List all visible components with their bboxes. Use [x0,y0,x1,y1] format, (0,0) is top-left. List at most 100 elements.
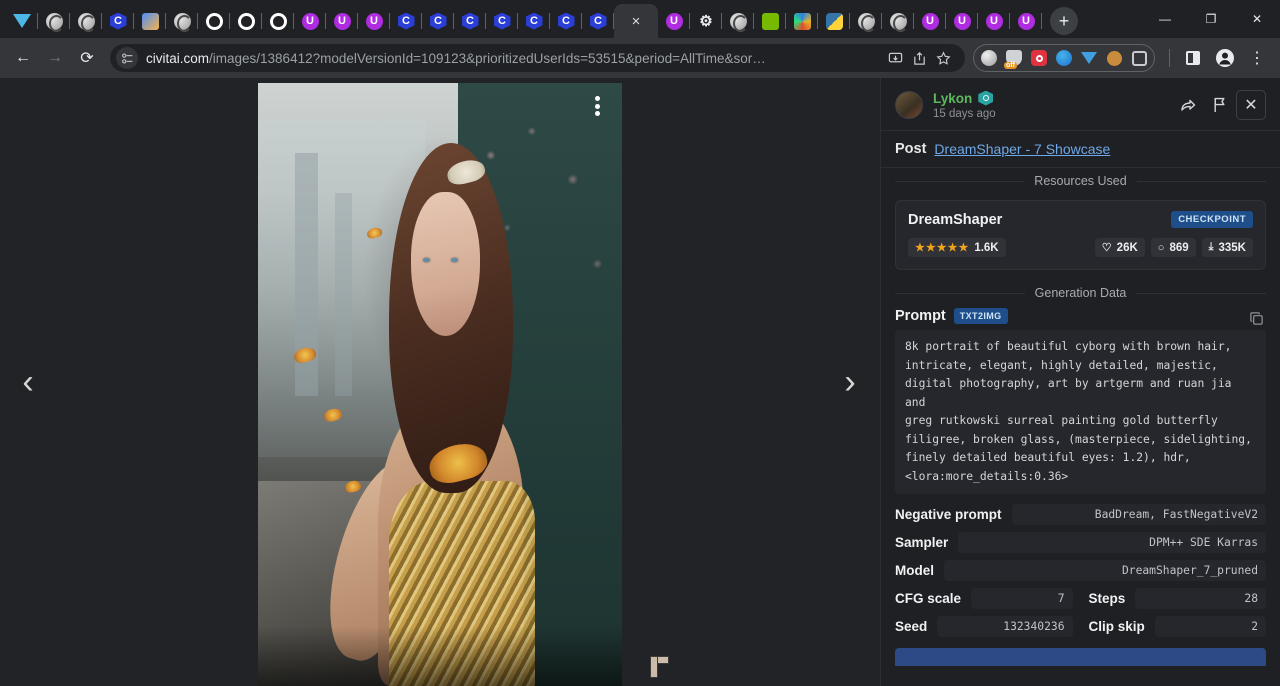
reload-button[interactable]: ⟳ [72,43,102,73]
prompt-label: Prompt [895,308,946,324]
off-badge-extension-icon[interactable]: off [1003,47,1025,69]
gear-favicon: ⚙ [698,13,715,30]
browser-tab[interactable]: C [582,4,614,38]
comment-icon: ○ [1158,242,1165,254]
browser-tab[interactable]: C [390,4,422,38]
u-favicon: U [986,13,1003,30]
browser-toolbar: ← → ⟳ civitai.com/images/1386412?modelVe… [0,38,1280,78]
resource-title[interactable]: DreamShaper [908,212,1002,228]
chrome-menu-icon[interactable]: ⋮ [1242,43,1272,73]
browser-tab[interactable] [850,4,882,38]
puzzle-extensions-icon[interactable] [1128,47,1150,69]
github-favicon [206,13,223,30]
bookmark-star-icon[interactable] [931,46,955,70]
nvidia-favicon [762,13,779,30]
share-icon[interactable] [1172,90,1204,120]
browser-tab[interactable] [818,4,850,38]
browser-tab[interactable]: U [978,4,1010,38]
tab-close-icon[interactable]: × [632,14,641,29]
comments-count: 869 [1169,242,1188,254]
github-favicon [270,13,287,30]
browser-tab[interactable]: U [946,4,978,38]
civitai-favicon: C [526,13,543,30]
u-favicon: U [1018,13,1035,30]
browser-tab[interactable]: U [1010,4,1042,38]
downloads-pill[interactable]: ⤓ 335K [1202,238,1253,257]
back-button[interactable]: ← [8,43,38,73]
browser-tab[interactable]: ⚙ [690,4,722,38]
param-clip-skip: Clip skip 2 [1089,616,1267,637]
browser-tab[interactable] [6,4,38,38]
minimize-button[interactable]: — [1142,0,1188,38]
browser-tab[interactable] [198,4,230,38]
page-content: ‹ › Lykon 15 days ago [0,78,1280,686]
browser-tab[interactable]: C [518,4,550,38]
globe-extension-icon[interactable] [978,47,1000,69]
browser-tab[interactable] [262,4,294,38]
maximize-button[interactable]: ❐ [1188,0,1234,38]
store-favicon [142,13,159,30]
browser-tab[interactable] [166,4,198,38]
flag-icon[interactable] [1204,90,1236,120]
param-negative-prompt: Negative prompt BadDream, FastNegativeV2 [895,504,1266,525]
seed-label: Seed [895,619,927,634]
u-favicon: U [954,13,971,30]
address-bar[interactable]: civitai.com/images/1386412?modelVersionI… [110,44,965,72]
browser-tab[interactable] [882,4,914,38]
browser-tab[interactable] [70,4,102,38]
github-favicon [238,13,255,30]
browser-tab[interactable] [754,4,786,38]
likes-pill[interactable]: ♡ 26K [1095,238,1145,257]
translate-extension-icon[interactable] [1053,47,1075,69]
civitai-favicon: C [398,13,415,30]
u-favicon: U [922,13,939,30]
active-tab[interactable]: × [614,4,658,38]
next-image-button[interactable]: › [830,362,870,402]
verified-badge-icon [978,91,993,106]
copy-icon[interactable] [1246,308,1266,328]
install-icon[interactable] [883,46,907,70]
model-label: Model [895,563,934,578]
browser-tab[interactable] [786,4,818,38]
new-tab-button[interactable]: + [1050,7,1078,35]
site-settings-icon[interactable] [116,47,138,69]
resource-card[interactable]: DreamShaper CHECKPOINT ★★★★★ 1.6K ♡ 26K [895,200,1266,270]
share-page-icon[interactable] [907,46,931,70]
recorder-extension-icon[interactable] [1028,47,1050,69]
browser-tab[interactable] [38,4,70,38]
close-panel-button[interactable]: ✕ [1236,90,1266,120]
remix-button-partial[interactable] [895,648,1266,666]
param-model: Model DreamShaper_7_pruned [895,560,1266,581]
window-close-button[interactable]: ✕ [1234,0,1280,38]
browser-tab[interactable] [722,4,754,38]
browser-tab[interactable] [134,4,166,38]
browser-tab[interactable]: U [358,4,390,38]
browser-tab[interactable]: C [422,4,454,38]
image-options-menu[interactable] [586,93,608,119]
param-row-seed-clip: Seed 132340236 Clip skip 2 [895,616,1266,637]
profile-avatar[interactable] [1210,43,1240,73]
forward-button[interactable]: → [40,43,70,73]
previous-image-button[interactable]: ‹ [8,362,48,402]
browser-tab[interactable] [230,4,262,38]
side-panel-icon[interactable] [1178,43,1208,73]
username[interactable]: Lykon [933,91,972,106]
browser-tab[interactable]: U [326,4,358,38]
browser-tab[interactable]: C [486,4,518,38]
param-seed: Seed 132340236 [895,616,1073,637]
artwork-image[interactable] [258,83,622,686]
browser-tab[interactable]: U [658,4,690,38]
diamond-extension-icon[interactable] [1078,47,1100,69]
prompt-text[interactable]: 8k portrait of beautiful cyborg with bro… [895,330,1266,494]
browser-tab[interactable]: U [914,4,946,38]
browser-tab[interactable]: U [294,4,326,38]
browser-tab[interactable]: C [102,4,134,38]
globe-favicon [78,13,95,30]
cookie-extension-icon[interactable] [1103,47,1125,69]
comments-pill[interactable]: ○ 869 [1151,238,1196,257]
browser-tab[interactable]: C [454,4,486,38]
avatar[interactable] [895,91,923,119]
post-link[interactable]: DreamShaper - 7 Showcase [934,141,1110,157]
post-timestamp: 15 days ago [933,108,1172,120]
browser-tab[interactable]: C [550,4,582,38]
